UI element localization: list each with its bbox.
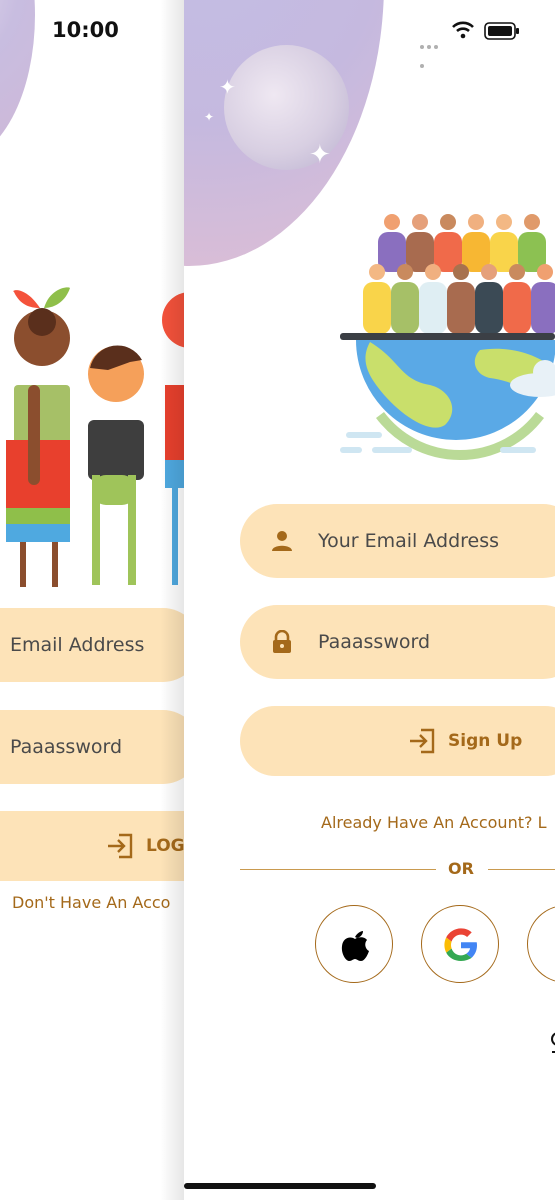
login-icon: [410, 728, 435, 754]
google-icon: [444, 928, 477, 961]
person-icon: [272, 531, 292, 551]
login-password-placeholder: Paaassword: [10, 736, 123, 758]
status-time: 10:00: [52, 18, 119, 42]
partial-icon: [551, 1032, 555, 1053]
lock-icon: [273, 630, 291, 653]
more-signin-button[interactable]: [527, 905, 555, 983]
wifi-icon: [452, 21, 474, 39]
apple-signin-button[interactable]: [315, 905, 393, 983]
login-icon: [108, 833, 133, 859]
password-placeholder: Paaassword: [318, 631, 431, 653]
signup-screen: ✦ ✦ ✦ Your Email Address Paaassword Sign…: [184, 0, 555, 1200]
or-label: OR: [448, 859, 474, 878]
google-signin-button[interactable]: [421, 905, 499, 983]
home-indicator: [184, 1183, 376, 1189]
login-link[interactable]: Already Have An Account? L: [321, 813, 546, 832]
apple-icon: [341, 931, 369, 961]
battery-icon: [484, 22, 519, 40]
login-email-placeholder: Email Address: [10, 634, 145, 656]
signup-button-label: Sign Up: [448, 731, 523, 751]
sparkle-icon: ✦: [219, 75, 236, 99]
email-field[interactable]: Your Email Address: [240, 504, 555, 578]
divider-right: [488, 869, 555, 870]
signup-link[interactable]: Don't Have An Acco: [12, 893, 170, 912]
signup-button[interactable]: Sign Up: [240, 706, 555, 776]
password-field[interactable]: Paaassword: [240, 605, 555, 679]
screen-transition-shadow: [160, 0, 185, 1200]
sparkle-icon: ✦: [204, 110, 215, 124]
email-placeholder: Your Email Address: [318, 530, 500, 552]
moon-decoration: [0, 0, 35, 160]
sparkle-icon: ✦: [309, 140, 331, 170]
divider-left: [240, 869, 436, 870]
globe-people-illustration: [340, 214, 555, 460]
signal-icon: [420, 34, 446, 68]
